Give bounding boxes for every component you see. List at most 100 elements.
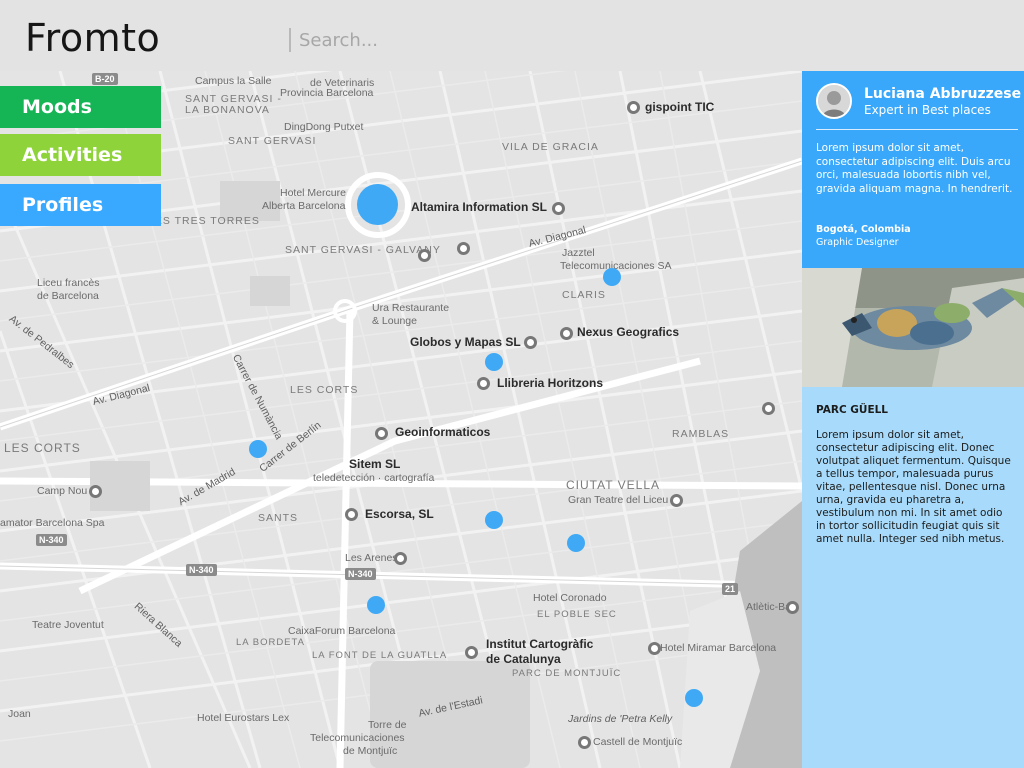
poi-icon[interactable] — [477, 377, 490, 390]
district-label: CIUTAT VELLA — [566, 478, 661, 492]
poi-icon[interactable] — [89, 485, 102, 498]
poi-icon[interactable] — [345, 508, 358, 521]
poi-label: Geoinformaticos — [395, 425, 491, 439]
poi-label: Llibreria Horitzons — [497, 376, 604, 390]
map-label: Hotel Coronado — [533, 592, 607, 604]
map-label: DingDong Putxet — [284, 121, 364, 133]
map-label: Castell de Montjuïc — [593, 736, 683, 748]
place-marker[interactable] — [249, 440, 267, 458]
place-description: Lorem ipsum dolor sit amet, consectetur … — [816, 429, 1011, 545]
profile-location: Bogotá, Colombia — [816, 224, 911, 235]
district-label: SANT GERVASI — [228, 135, 317, 147]
district-label: LES TRES TORRES — [148, 215, 260, 227]
selected-place-marker[interactable] — [357, 184, 398, 225]
map-label: de Barcelona — [37, 290, 99, 302]
map-label: Jardins de 'Petra Kelly — [568, 713, 673, 725]
divider — [816, 129, 1018, 130]
poi-icon[interactable] — [375, 427, 388, 440]
search-input[interactable] — [289, 28, 589, 52]
details-sidebar: Luciana Abbruzzese Expert in Best places… — [802, 71, 1024, 768]
road-shield: 21 — [722, 583, 739, 595]
map-label: Torre de — [368, 719, 407, 731]
activities-button[interactable]: Activities — [0, 134, 161, 176]
district-label: SANTS — [258, 512, 299, 524]
map-label: Les Arenes — [345, 552, 398, 564]
map-label: Provincia Barcelona — [280, 87, 374, 99]
map-label: teledetección · cartografía — [313, 472, 435, 484]
road-shield: N-340 — [345, 568, 376, 580]
map-label: Telecomunicaciones — [310, 732, 405, 744]
poi-label: Sitem SL — [349, 457, 401, 471]
profile-job: Graphic Designer — [816, 237, 899, 248]
poi-icon[interactable] — [648, 642, 661, 655]
profile-role: Expert in Best places — [864, 103, 991, 117]
poi-icon[interactable] — [552, 202, 565, 215]
map-label: Gran Teatre del Liceu — [568, 494, 669, 506]
map-label: Hotel Eurostars Lex — [197, 712, 290, 724]
district-label: EL POBLE SEC — [537, 609, 617, 620]
place-title: PARC GÜELL — [816, 404, 889, 416]
poi-icon[interactable] — [457, 242, 470, 255]
poi-icon[interactable] — [627, 101, 640, 114]
place-marker[interactable] — [685, 689, 703, 707]
map-label: Joan — [8, 708, 31, 720]
profile-name[interactable]: Luciana Abbruzzese — [864, 86, 1021, 102]
district-label: VILA DE GRACIA — [502, 141, 599, 153]
profile-card: Luciana Abbruzzese Expert in Best places… — [802, 71, 1024, 268]
district-label: LA BORDETA — [236, 637, 305, 648]
map-label: Campus la Salle — [195, 75, 272, 87]
poi-label: Altamira Information SL — [411, 200, 548, 214]
profile-bio: Lorem ipsum dolor sit amet, consectetur … — [816, 142, 1013, 195]
poi-label: Nexus Geografics — [577, 325, 680, 339]
district-label: LA FONT DE LA GUATLLA — [312, 650, 448, 661]
poi-icon[interactable] — [465, 646, 478, 659]
map-label: Hotel Mercure — [280, 187, 346, 199]
district-label: LES CORTS — [4, 441, 81, 455]
place-marker[interactable] — [485, 353, 503, 371]
poi-label: de Catalunya — [486, 652, 561, 666]
place-marker[interactable] — [367, 596, 385, 614]
lizard-sculpture-image — [802, 268, 1024, 387]
poi-icon[interactable] — [560, 327, 573, 340]
app-root: Fromto Search... Campus la Salle de Vete… — [0, 0, 1024, 768]
map-label: Ura Restaurante — [372, 302, 450, 314]
map-label: CaixaForum Barcelona — [288, 625, 396, 637]
road-shield: N-340 — [36, 534, 67, 546]
moods-button[interactable]: Moods — [0, 86, 161, 128]
poi-icon[interactable] — [578, 736, 591, 749]
map-label: Alberta Barcelona — [262, 200, 346, 212]
header-bar: Fromto — [0, 0, 1024, 71]
poi-icon[interactable] — [418, 249, 431, 262]
district-label: PARC DE MONTJUÏC — [512, 668, 622, 679]
district-label: CLARIS — [562, 289, 606, 301]
map-label: Liceu francès — [37, 277, 100, 289]
app-logo[interactable]: Fromto — [25, 16, 160, 60]
poi-label: Escorsa, SL — [365, 507, 434, 521]
road-shield: N-340 — [186, 564, 217, 576]
poi-label: Globos y Mapas SL — [410, 335, 521, 349]
place-marker[interactable] — [603, 268, 621, 286]
road-shield: B-20 — [92, 73, 118, 85]
poi-label: gispoint TIC — [645, 100, 715, 114]
map-label: amator Barcelona Spa — [0, 517, 105, 529]
avatar[interactable] — [816, 83, 852, 119]
poi-label: Institut Cartogràfic — [486, 637, 594, 651]
map-label: de Montjuïc — [343, 745, 398, 757]
map-label: Teatre Joventut — [32, 619, 104, 631]
poi-icon[interactable] — [762, 402, 775, 415]
district-label: LA BONANOVA — [185, 104, 270, 116]
user-avatar-icon — [818, 85, 850, 117]
poi-icon[interactable] — [524, 336, 537, 349]
map-label: & Lounge — [372, 315, 417, 327]
map-label: Camp Nou — [37, 485, 88, 497]
place-marker[interactable] — [567, 534, 585, 552]
poi-icon[interactable] — [670, 494, 683, 507]
place-photo[interactable] — [802, 268, 1024, 387]
map-label: Jazztel — [562, 247, 595, 259]
map-label: Hotel Miramar Barcelona — [660, 642, 777, 654]
poi-icon[interactable] — [394, 552, 407, 565]
poi-icon[interactable] — [786, 601, 799, 614]
profiles-button[interactable]: Profiles — [0, 184, 161, 226]
place-marker[interactable] — [485, 511, 503, 529]
district-label: LES CORTS — [290, 384, 359, 396]
